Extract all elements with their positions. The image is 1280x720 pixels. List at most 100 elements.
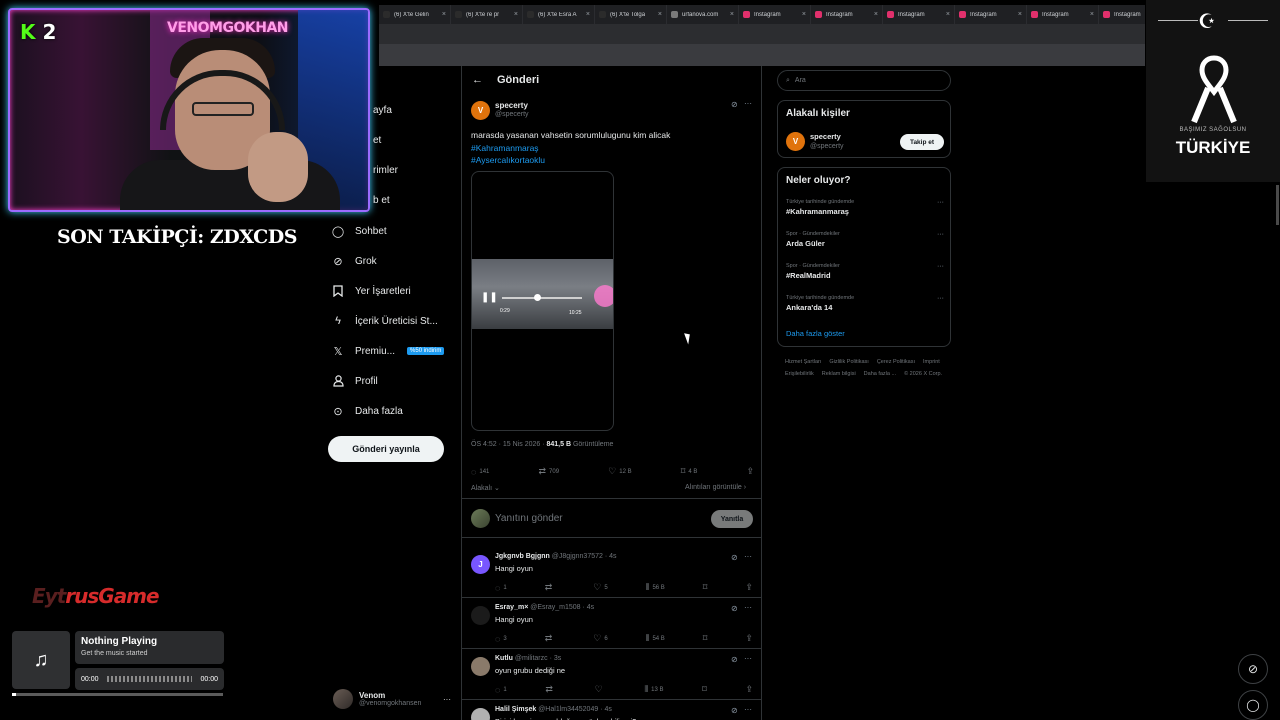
tweet-video[interactable]: ❚❚ 0:29 10:25 (471, 171, 614, 431)
back-arrow-icon[interactable]: ← (472, 74, 483, 86)
browser-tab[interactable]: (6) X'te Tolga × (595, 5, 667, 24)
footer-link[interactable]: Daha fazla ... (864, 368, 896, 380)
grok-icon[interactable]: ⊘ (731, 706, 738, 715)
close-icon[interactable]: × (1018, 11, 1022, 18)
tweet-avatar[interactable]: V (471, 101, 490, 120)
comment-item[interactable]: Esray_m× @Esray_m1508 · 4s ⊘ ··· Hangi oyun… (462, 598, 761, 649)
share-button[interactable]: ⇪ (745, 582, 753, 593)
comment-avatar[interactable] (471, 606, 490, 625)
repost-button[interactable]: ⇄ 709 (538, 466, 559, 477)
like-button[interactable]: ♡ 5 (593, 582, 607, 593)
comment-handle[interactable]: @Esray_m1508 (530, 604, 580, 611)
close-icon[interactable]: × (586, 11, 590, 18)
comment-item[interactable]: J Jgkgnvb Bgjgnn @J8gjgnn37572 · 4s ⊘ ··· Ha… (462, 547, 761, 598)
grok-icon[interactable]: ⊘ (731, 655, 738, 664)
hashtag-link[interactable]: #Aysercalıkortaoklu (471, 154, 670, 167)
comment-avatar[interactable] (471, 708, 490, 720)
browser-tab[interactable]: Instagram× (811, 5, 883, 24)
footer-link[interactable]: Reklam bilgisi (822, 368, 856, 380)
nav-item-more[interactable]: ⊙ Daha fazla (331, 404, 402, 418)
footer-link[interactable]: Hizmet Şartları (785, 356, 821, 368)
comment-author[interactable]: Esray_m× (495, 604, 528, 611)
comment-author[interactable]: Halil Şimşek (495, 706, 536, 713)
comment-handle[interactable]: @Hal1lm34452049 (538, 706, 598, 713)
person-name[interactable]: specerty (810, 132, 841, 141)
comment-handle[interactable]: @J8gjgnn37572 (552, 553, 603, 560)
tweet-author-handle[interactable]: @specerty (495, 111, 529, 118)
grok-icon[interactable]: ⊘ (731, 553, 738, 562)
comment-author[interactable]: Kutlu (495, 655, 513, 662)
grok-icon[interactable]: ⊘ (731, 604, 738, 613)
account-switcher[interactable]: Venom @venomgokhansen (333, 689, 421, 709)
nav-item-home-partial[interactable]: ayfa (373, 105, 392, 116)
more-icon[interactable]: ··· (744, 705, 752, 714)
more-icon[interactable]: ··· (937, 295, 944, 302)
more-icon[interactable]: ··· (744, 99, 752, 108)
more-icon[interactable]: ··· (937, 263, 944, 270)
browser-tab[interactable]: (6) X'te re pr × (451, 5, 523, 24)
share-button[interactable]: ⇪ (745, 684, 753, 695)
scrollbar[interactable] (1276, 185, 1279, 225)
close-icon[interactable]: × (730, 11, 734, 18)
browser-tab[interactable]: Instagram× (1099, 5, 1145, 24)
grok-icon[interactable]: ⊘ (731, 100, 738, 109)
tweet-timestamp[interactable]: ÖS 4:52 · 15 Nis 2026 · (471, 441, 546, 448)
show-more-link[interactable]: Daha fazla göster (786, 329, 845, 338)
more-icon[interactable]: ··· (744, 603, 752, 612)
video-scrubber[interactable] (502, 297, 582, 299)
person-avatar[interactable]: V (786, 132, 805, 151)
comment-time[interactable]: 4s (609, 553, 616, 560)
close-icon[interactable]: × (1090, 11, 1094, 18)
nav-item-follow-partial[interactable]: b et (373, 195, 390, 206)
comment-avatar[interactable] (471, 657, 490, 676)
reply-button[interactable]: ◌ 3 (495, 633, 507, 644)
comment-handle[interactable]: @militarzc (515, 655, 548, 662)
bookmark-button[interactable]: ⌑ (703, 582, 708, 593)
follow-button[interactable]: Takip et (900, 134, 944, 150)
comment-avatar[interactable]: J (471, 555, 490, 574)
tweet-author-name[interactable]: specerty (495, 101, 528, 110)
nav-item-explore-partial[interactable]: et (373, 135, 381, 146)
nav-item-creator-studio[interactable]: ϟ İçerik Üreticisi St... (331, 314, 438, 328)
video-scrubber-handle[interactable] (534, 294, 541, 301)
nav-item-notifications-partial[interactable]: rimler (373, 165, 398, 176)
reply-submit-button[interactable]: Yanıtla (711, 510, 753, 528)
comment-author[interactable]: Jgkgnvb Bgjgnn (495, 553, 550, 560)
trend-item[interactable]: Spor · Gündemdekiler #RealMadrid ··· (786, 263, 944, 280)
trend-item[interactable]: Türkiye tarihinde gündemde #Kahramanmaraş… (786, 199, 944, 216)
more-icon[interactable]: ··· (744, 654, 752, 663)
bookmark-button[interactable]: ⌑ 4 B (681, 466, 698, 477)
more-icon[interactable]: ··· (937, 231, 944, 238)
repost-button[interactable]: ⇄ (545, 582, 556, 593)
footer-link[interactable]: Erişilebilirlik (785, 368, 814, 380)
share-button[interactable]: ⇪ (746, 466, 754, 477)
hashtag-link[interactable]: #Kahramanmaraş (471, 142, 670, 155)
comment-time[interactable]: 4s (604, 706, 611, 713)
grok-float-button[interactable]: ⊘ (1238, 654, 1268, 684)
comment-time[interactable]: 4s (587, 604, 594, 611)
browser-tab[interactable]: (6) X'te Esra A × (523, 5, 595, 24)
view-quotes-link[interactable]: Alıntıları görüntüle › (685, 484, 746, 491)
views-button[interactable]: ⫴ 13 B (644, 684, 663, 695)
close-icon[interactable]: × (514, 11, 518, 18)
close-icon[interactable]: × (946, 11, 950, 18)
post-button[interactable]: Gönderi yayınla (328, 436, 444, 462)
nav-item-profile[interactable]: Profil (331, 374, 378, 388)
like-button[interactable]: ♡ 6 (593, 633, 607, 644)
footer-link[interactable]: Gizlilik Politikası (829, 356, 868, 368)
pause-icon[interactable]: ❚❚ (481, 292, 498, 303)
browser-tab[interactable]: Instagram× (883, 5, 955, 24)
account-more-icon[interactable]: ··· (443, 695, 451, 704)
views-button[interactable]: ⫴ 54 B (646, 633, 665, 644)
bookmark-button[interactable]: ⌑ (702, 684, 707, 695)
reply-button[interactable]: ◌ 1 (495, 684, 507, 695)
reply-button[interactable]: ◌ 141 (471, 466, 489, 477)
comment-item[interactable]: Halil Şimşek @Hal1lm34452049 · 4s⊘···Bir… (462, 700, 761, 720)
like-button[interactable]: ♡ (595, 684, 606, 695)
repost-button[interactable]: ⇄ (545, 684, 556, 695)
nav-item-chat[interactable]: ◯ Sohbet (331, 224, 387, 238)
browser-tab[interactable]: Instagram× (739, 5, 811, 24)
repost-button[interactable]: ⇄ (545, 633, 556, 644)
close-icon[interactable]: × (442, 11, 446, 18)
share-button[interactable]: ⇪ (745, 633, 753, 644)
